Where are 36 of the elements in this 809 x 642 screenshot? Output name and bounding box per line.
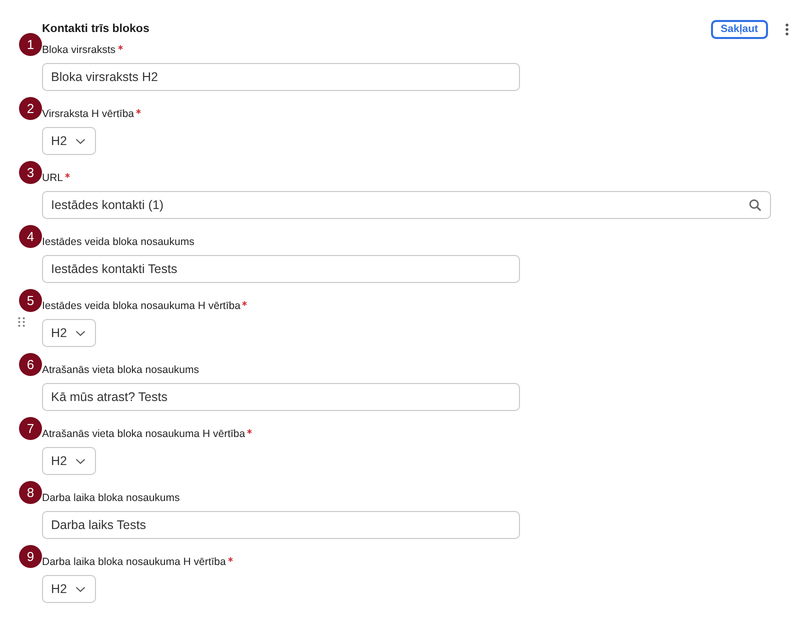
heading-level-dropdown[interactable]: H2 <box>42 447 96 475</box>
field-label: Atrašanās vieta bloka nosaukuma H vērtība <box>42 427 246 442</box>
step-number-badge: 9 <box>19 545 42 568</box>
text-input-field[interactable]: Darba laiks Tests <box>42 511 520 539</box>
text-input-field[interactable]: Iestādes kontakti Tests <box>42 255 520 283</box>
field-label: Darba laika bloka nosaukums <box>42 491 180 506</box>
text-input-field[interactable]: Bloka virsraksts H2 <box>42 63 520 91</box>
chevron-down-icon <box>76 458 85 464</box>
step-number-badge: 2 <box>19 97 42 120</box>
collapse-button[interactable]: Sakļaut <box>710 20 768 39</box>
chevron-down-icon <box>76 138 85 144</box>
kebab-menu-icon[interactable] <box>785 23 789 36</box>
step-number-badge: 7 <box>19 417 42 440</box>
field-label: Virsraksta H vērtība <box>42 107 134 122</box>
step-number-badge: 3 <box>19 161 42 184</box>
heading-level-dropdown[interactable]: H2 <box>42 575 96 603</box>
step-number-badge: 8 <box>19 481 42 504</box>
step-number-badge: 4 <box>19 225 42 248</box>
step-number-badge: 5 <box>19 289 42 312</box>
field-label: Iestādes veida bloka nosaukuma H vērtība <box>42 299 240 314</box>
step-number-badge: 6 <box>19 353 42 376</box>
search-icon[interactable] <box>749 199 761 211</box>
drag-handle-icon[interactable] <box>18 317 25 327</box>
chevron-down-icon <box>76 330 85 336</box>
field-label: Darba laika bloka nosaukuma H vērtība <box>42 555 226 570</box>
heading-level-dropdown[interactable]: H2 <box>42 319 96 347</box>
field-label: Atrašanās vieta bloka nosaukums <box>42 363 200 378</box>
search-field[interactable]: Iestādes kontakti (1) <box>42 191 771 219</box>
heading-level-dropdown[interactable]: H2 <box>42 127 96 155</box>
step-number-badge: 1 <box>19 33 42 56</box>
field-label: Bloka virsraksts <box>42 43 116 58</box>
chevron-down-icon <box>76 586 85 592</box>
text-input-field[interactable]: Kā mūs atrast? Tests <box>42 383 520 411</box>
section-title: Kontakti trīs blokos <box>42 22 150 37</box>
field-label: Iestādes veida bloka nosaukums <box>42 235 194 250</box>
field-label: URL <box>42 171 64 186</box>
